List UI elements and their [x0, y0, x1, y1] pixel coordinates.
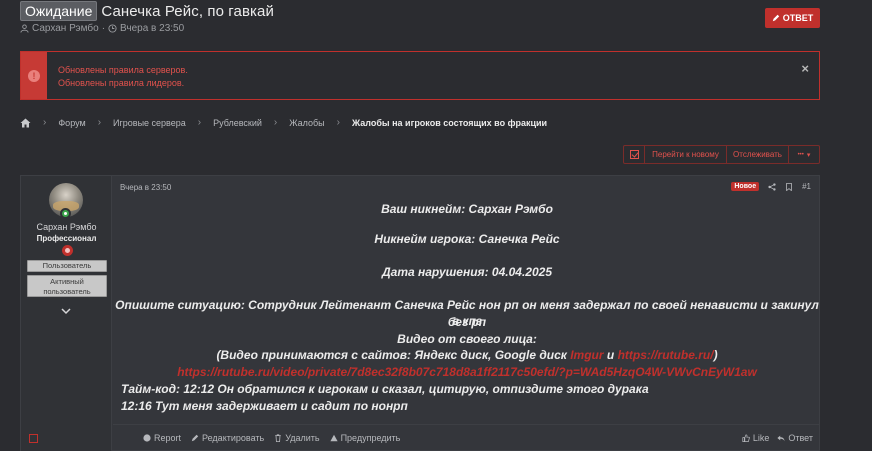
notice-side: !	[21, 52, 47, 99]
user-rank: Профессионал	[36, 234, 97, 243]
user-icon	[20, 24, 29, 33]
warn-button[interactable]: Предупредить	[329, 433, 401, 443]
report-label: Report	[154, 433, 182, 443]
share-icon[interactable]	[768, 182, 776, 191]
pencil-icon	[191, 434, 199, 442]
select-posts-button[interactable]	[624, 146, 645, 163]
chevron-down-icon: ▾	[806, 151, 811, 159]
notice-line[interactable]: Обновлены правила серверов.	[58, 64, 188, 77]
thread-date[interactable]: Вчера в 23:50	[120, 23, 184, 34]
post-user-cell: Сархан Рэмбо Профессионал Пользователь А…	[21, 176, 112, 451]
rutube-link[interactable]: https://rutube.ru/	[618, 348, 714, 362]
warn-label: Предупредить	[340, 433, 401, 443]
content-line: Тайм-код: 12:12 Он обратился к игрокам и…	[121, 382, 649, 396]
notice-text: Обновлены правила серверов. Обновлены пр…	[58, 64, 188, 90]
delete-label: Удалить	[285, 433, 320, 443]
content-line: без рп	[447, 315, 487, 329]
content-text: и	[603, 348, 618, 362]
imgur-link[interactable]: Imgur	[570, 348, 603, 362]
post: Сархан Рэмбо Профессионал Пользователь А…	[20, 175, 820, 451]
chevron-down-icon[interactable]	[61, 306, 71, 316]
content-text: (Видео принимаются с сайтов: Яндекс диск…	[216, 348, 571, 362]
rank-badge-icon	[62, 245, 73, 256]
post-actions-right: Like Ответ	[742, 433, 813, 443]
chevron-right-icon: ›	[97, 117, 102, 128]
home-icon[interactable]	[20, 118, 31, 128]
go-to-new-button[interactable]: Перейти к новому	[645, 146, 727, 163]
post-tools: Новое #1	[731, 182, 811, 191]
more-menu-button[interactable]: ••• ▾	[789, 146, 819, 163]
user-tag: Пользователь	[27, 260, 107, 272]
thread-author[interactable]: Сархан Рэмбо	[32, 23, 99, 34]
edit-label: Редактировать	[202, 433, 265, 443]
chevron-right-icon: ›	[336, 117, 340, 128]
thread-header: Ожидание Санечка Рейс, по гавкай	[20, 0, 274, 22]
breadcrumb-current[interactable]: Жалобы на игроков состоящих во фракции	[352, 118, 547, 128]
like-label: Like	[752, 433, 770, 443]
post-username[interactable]: Сархан Рэмбо	[21, 222, 112, 232]
report-button[interactable]: Report	[143, 433, 181, 443]
breadcrumb-item[interactable]: Рублевский	[213, 118, 262, 128]
close-icon[interactable]: ×	[801, 61, 809, 76]
thumbs-up-icon	[742, 434, 750, 442]
meta-separator: ·	[101, 23, 106, 34]
new-badge: Новое	[731, 182, 760, 191]
warning-icon	[329, 434, 338, 442]
content-line: 12:16 Тут меня задерживает и садит по но…	[121, 399, 408, 413]
content-line: Никнейм игрока: Санечка Рейс	[374, 232, 560, 246]
breadcrumb-item[interactable]: Игровые сервера	[113, 118, 186, 128]
thread-meta: Сархан Рэмбо · Вчера в 23:50	[20, 23, 184, 34]
select-post-checkbox[interactable]	[29, 434, 38, 443]
online-status-icon	[60, 208, 71, 219]
pencil-icon	[772, 14, 779, 22]
chevron-right-icon: ›	[197, 117, 202, 128]
video-link[interactable]: https://rutube.ru/video/private/7d8ec32f…	[113, 364, 821, 380]
follow-button[interactable]: Отслеживать	[727, 146, 789, 163]
delete-button[interactable]: Удалить	[274, 433, 320, 443]
breadcrumb-item[interactable]: Жалобы	[289, 118, 324, 128]
post-body: Вчера в 23:50 Новое #1 Ваш никнейм: Сарх…	[113, 176, 819, 424]
breadcrumb-item[interactable]: Форум	[58, 118, 85, 128]
user-tag: Активный пользователь	[27, 275, 107, 297]
chevron-right-icon: ›	[43, 117, 47, 128]
post-actions-left: Report Редактировать Удалить Предупредит…	[143, 433, 410, 443]
quote-reply-label: Ответ	[788, 433, 813, 443]
more-dots: •••	[797, 151, 804, 158]
notice-banner: ! Обновлены правила серверов. Обновлены …	[20, 51, 820, 100]
clock-icon	[108, 24, 117, 33]
edit-button[interactable]: Редактировать	[191, 433, 264, 443]
chevron-right-icon: ›	[273, 117, 278, 128]
bookmark-icon[interactable]	[785, 182, 793, 191]
content-line: Дата нарушения: 04.04.2025	[381, 265, 552, 279]
trash-icon	[275, 434, 281, 442]
post-date[interactable]: Вчера в 23:50	[120, 183, 171, 192]
content-line: (Видео принимаются с сайтов: Яндекс диск…	[113, 347, 821, 363]
content-line: Видео от своего лица:	[397, 332, 537, 346]
quote-reply-button[interactable]: Ответ	[777, 433, 813, 443]
reply-button-label: ОТВЕТ	[782, 13, 814, 23]
like-button[interactable]: Like	[742, 433, 770, 443]
thread-title: Санечка Рейс, по гавкай	[101, 2, 274, 20]
post-number[interactable]: #1	[802, 182, 811, 191]
reply-icon	[777, 435, 785, 442]
thread-actions: Перейти к новому Отслеживать ••• ▾	[623, 145, 820, 164]
info-icon: !	[28, 69, 40, 82]
report-icon	[143, 434, 151, 442]
reply-button[interactable]: ОТВЕТ	[765, 8, 820, 28]
checkbox-icon	[629, 150, 639, 159]
content-line: Ваш никнейм: Сархан Рэмбо	[381, 202, 553, 216]
post-footer: Report Редактировать Удалить Предупредит…	[29, 424, 819, 451]
status-label[interactable]: Ожидание	[20, 1, 98, 21]
notice-line[interactable]: Обновлены правила лидеров.	[58, 77, 188, 90]
breadcrumb: › Форум › Игровые сервера › Рублевский ›…	[20, 116, 547, 129]
content-text: )	[713, 348, 718, 362]
